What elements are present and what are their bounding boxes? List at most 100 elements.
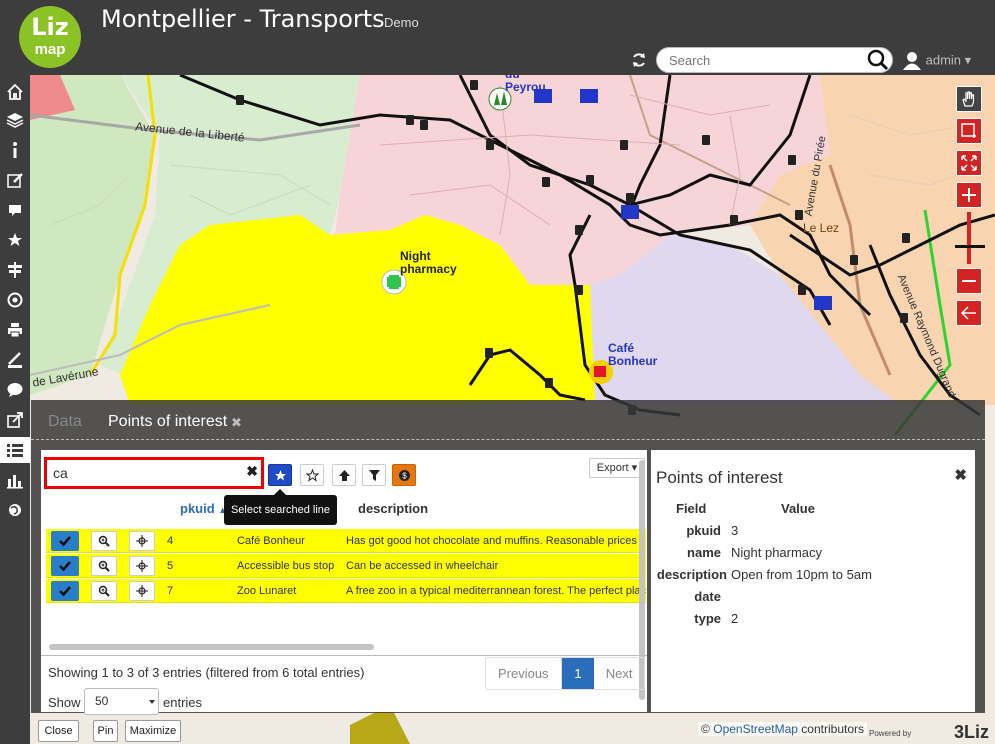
- zoom-to-feature-button[interactable]: [91, 581, 117, 601]
- tab-points-of-interest[interactable]: Points of interest: [108, 413, 227, 431]
- table-row[interactable]: 5 Accessible bus stop Can be accessed in…: [46, 554, 646, 578]
- pan-tool-button[interactable]: [956, 86, 982, 112]
- map-attribution: © OpenStreetMap contributors: [698, 722, 867, 736]
- page-size-select[interactable]: 50: [84, 688, 159, 715]
- powered-by-text: Powered by: [869, 729, 912, 738]
- edit-icon[interactable]: [0, 167, 30, 193]
- feature-panel-title: Points of interest: [656, 468, 783, 487]
- maximize-dock-button[interactable]: Maximize: [125, 720, 181, 742]
- refresh-icon[interactable]: [630, 51, 648, 69]
- table-filter[interactable]: ✖: [44, 457, 264, 489]
- table-filter-input[interactable]: [53, 463, 233, 483]
- powered-by: Powered by 3Liz: [869, 720, 989, 742]
- search-icon[interactable]: [867, 49, 889, 71]
- cell-description: Has got good hot chocolate and muffins. …: [346, 535, 637, 547]
- zoom-in-icon: [98, 560, 110, 572]
- close-icon[interactable]: ✖: [231, 415, 242, 431]
- table-info: Showing 1 to 3 of 3 entries (filtered fr…: [48, 665, 365, 680]
- print-icon[interactable]: [0, 317, 30, 343]
- cell-name: Accessible bus stop: [237, 560, 335, 572]
- home-icon[interactable]: [0, 79, 30, 105]
- close-icon[interactable]: ✖: [954, 466, 967, 484]
- signpost-icon[interactable]: [0, 257, 30, 283]
- crosshair-icon: [136, 585, 148, 597]
- pin-dock-button[interactable]: Pin: [93, 720, 118, 742]
- next-page-button[interactable]: Next: [594, 658, 644, 689]
- pagination: Previous 1 Next: [485, 657, 645, 690]
- export-button[interactable]: Export ▾: [589, 458, 645, 478]
- clear-filter-icon[interactable]: ✖: [246, 463, 258, 480]
- previous-view-button[interactable]: [956, 300, 982, 326]
- field-header: Field: [676, 501, 707, 516]
- zoom-extent-button[interactable]: [956, 150, 982, 176]
- filter-button[interactable]: [362, 464, 386, 486]
- osm-link[interactable]: OpenStreetMap: [713, 722, 798, 736]
- center-on-feature-button[interactable]: [129, 556, 155, 576]
- attribution-suffix: contributors: [801, 722, 864, 736]
- dock-tabs: Data Points of interest ✖: [31, 400, 985, 440]
- close-dock-button[interactable]: Close: [38, 720, 79, 742]
- field-label: description: [656, 567, 727, 582]
- cell-name: Zoo Lunaret: [237, 585, 297, 597]
- cell-description: Can be accessed in wheelchair: [346, 560, 499, 572]
- logo-text-bottom: map: [34, 41, 66, 58]
- tab-data[interactable]: Data: [48, 413, 82, 431]
- layers-icon[interactable]: [0, 107, 30, 133]
- star-icon[interactable]: [0, 227, 30, 253]
- field-label: pkuid: [686, 523, 721, 538]
- page-title: Montpellier - Transports: [101, 5, 385, 33]
- show-label: Show: [48, 695, 81, 710]
- page-1-button[interactable]: 1: [561, 658, 595, 689]
- measure-icon[interactable]: [0, 347, 30, 373]
- info-icon[interactable]: [0, 137, 30, 163]
- zoom-to-feature-button[interactable]: [91, 556, 117, 576]
- select-row-button[interactable]: [51, 556, 79, 576]
- table-row[interactable]: 7 Zoo Lunaret A free zoo in a typical me…: [46, 579, 646, 603]
- minus-icon: [962, 280, 976, 282]
- value-header: Value: [781, 501, 815, 516]
- list-icon[interactable]: [0, 437, 30, 463]
- user-menu[interactable]: admin ▾: [902, 50, 971, 70]
- field-label: name: [687, 545, 721, 560]
- select-row-button[interactable]: [51, 581, 79, 601]
- field-value: Night pharmacy: [731, 545, 823, 560]
- column-header-pkuid[interactable]: pkuid ▲: [180, 501, 227, 516]
- chat-icon[interactable]: [0, 197, 30, 223]
- column-header-description[interactable]: description: [358, 501, 428, 516]
- zoom-slider-track[interactable]: [967, 212, 971, 264]
- crosshair-icon: [136, 560, 148, 572]
- zoom-to-feature-button[interactable]: [91, 531, 117, 551]
- app-header: Liz map Montpellier - Transports Demo ad…: [0, 0, 995, 75]
- lizmap-logo[interactable]: Liz map: [19, 6, 81, 68]
- search-bar[interactable]: [656, 47, 893, 73]
- move-selected-top-button[interactable]: [332, 464, 356, 486]
- chart-icon[interactable]: [0, 467, 30, 493]
- comment-icon[interactable]: [0, 377, 30, 403]
- globe-icon[interactable]: [0, 497, 30, 523]
- user-name: admin: [925, 52, 962, 68]
- select-row-button[interactable]: [51, 531, 79, 551]
- table-row[interactable]: 4 Café Bonheur Has got good hot chocolat…: [46, 529, 646, 553]
- previous-page-button[interactable]: Previous: [486, 658, 562, 689]
- zoom-slider-handle[interactable]: [955, 245, 985, 248]
- export-label: Export: [596, 462, 629, 474]
- layer-bubble-button[interactable]: $: [392, 464, 416, 486]
- powered-by-brand: 3Liz: [953, 722, 989, 742]
- select-searched-line-button[interactable]: [268, 464, 292, 486]
- dollar-icon: $: [398, 469, 410, 481]
- share-icon[interactable]: [0, 407, 30, 433]
- zoom-in-button[interactable]: [956, 182, 982, 208]
- search-input[interactable]: [669, 51, 859, 69]
- table-divider: [41, 655, 647, 656]
- map-label-peyrou: du Peyrou: [505, 75, 546, 94]
- center-on-feature-button[interactable]: [129, 581, 155, 601]
- lizmap-app: du Peyrou Night pharmacy Café Bonheur Le…: [0, 0, 995, 744]
- field-label: date: [694, 589, 721, 604]
- locate-icon[interactable]: [0, 287, 30, 313]
- zoom-box-button[interactable]: [956, 118, 982, 144]
- zoom-out-button[interactable]: [956, 268, 982, 294]
- horizontal-scrollbar[interactable]: [49, 644, 374, 650]
- unselect-button[interactable]: [300, 464, 324, 486]
- map-label-cafe-bonheur: Café Bonheur: [608, 341, 658, 368]
- center-on-feature-button[interactable]: [129, 531, 155, 551]
